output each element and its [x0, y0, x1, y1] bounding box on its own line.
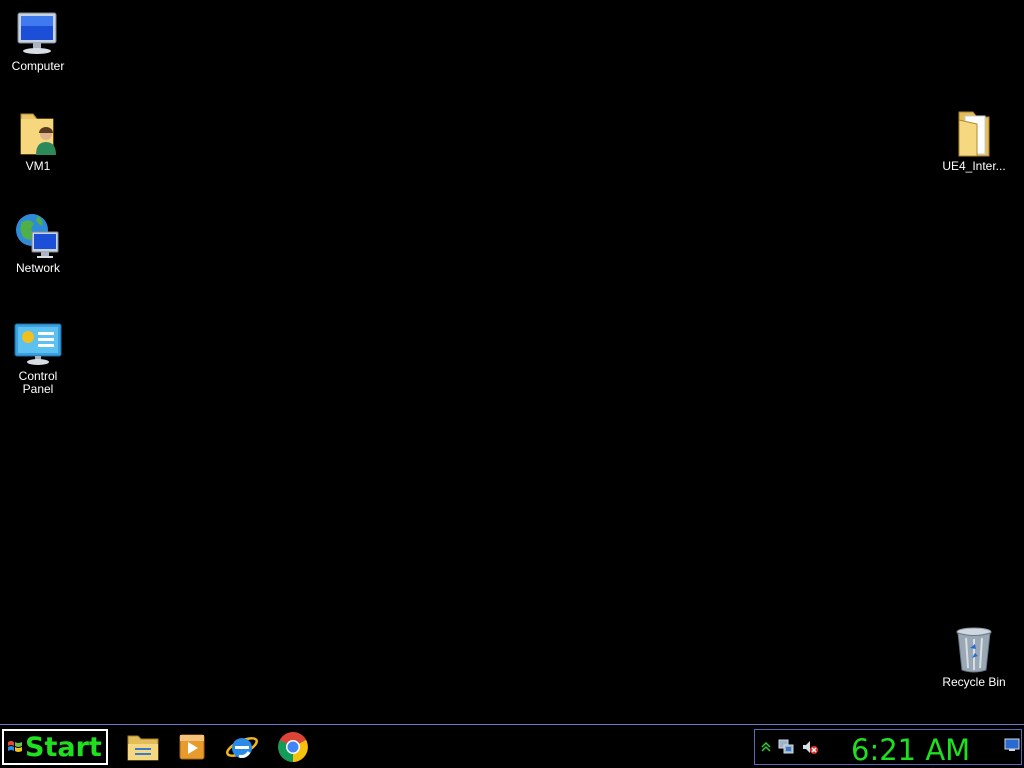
show-desktop-icon[interactable] — [1003, 736, 1021, 754]
recycle-bin-icon — [950, 626, 998, 674]
system-tray: 6:21 AM — [754, 729, 1022, 767]
taskbar-clock[interactable]: 6:21 AM — [851, 733, 970, 767]
desktop-icon-label: Control Panel — [18, 369, 58, 396]
media-player-icon — [179, 734, 205, 760]
taskbar-file-explorer[interactable] — [125, 730, 161, 764]
windows-logo-icon — [8, 741, 22, 752]
chrome-icon — [278, 732, 308, 762]
user-folder-icon — [14, 110, 62, 158]
taskbar-media-player[interactable] — [174, 730, 210, 764]
desktop-icon-label: Computer — [11, 59, 65, 73]
desktop-icon-label: Recycle Bin — [942, 675, 1006, 689]
desktop-icon-label: UE4_Inter... — [942, 159, 1006, 173]
desktop-icon-control-panel[interactable]: Control Panel — [0, 320, 76, 396]
taskbar-internet-explorer[interactable] — [224, 730, 260, 764]
desktop-icon-label: Network — [15, 261, 60, 275]
desktop-icon-ue4-folder[interactable]: UE4_Inter... — [936, 110, 1012, 173]
network-status-icon[interactable] — [777, 738, 795, 756]
taskbar-chrome[interactable] — [275, 730, 311, 764]
desktop-icon-vm1[interactable]: VM1 — [0, 110, 76, 173]
computer-icon — [14, 10, 62, 58]
folder-icon — [950, 110, 998, 158]
show-hidden-icons-icon[interactable] — [757, 738, 775, 756]
desktop-icon-network[interactable]: Network — [0, 212, 76, 275]
start-label: Start — [25, 731, 102, 763]
internet-explorer-icon — [226, 737, 258, 758]
desktop-icon-label: VM1 — [25, 159, 51, 173]
start-button[interactable]: Start — [2, 729, 108, 765]
control-panel-icon — [14, 320, 62, 368]
desktop-icon-computer[interactable]: Computer — [0, 10, 76, 73]
taskbar: Start 6:21 AM — [0, 724, 1024, 768]
desktop: Computer VM1 Network Control Panel UE4_I… — [0, 0, 1024, 724]
desktop-icon-recycle-bin[interactable]: Recycle Bin — [936, 626, 1012, 689]
network-icon — [14, 212, 62, 260]
volume-muted-icon[interactable] — [801, 738, 819, 756]
file-explorer-icon — [127, 735, 159, 761]
